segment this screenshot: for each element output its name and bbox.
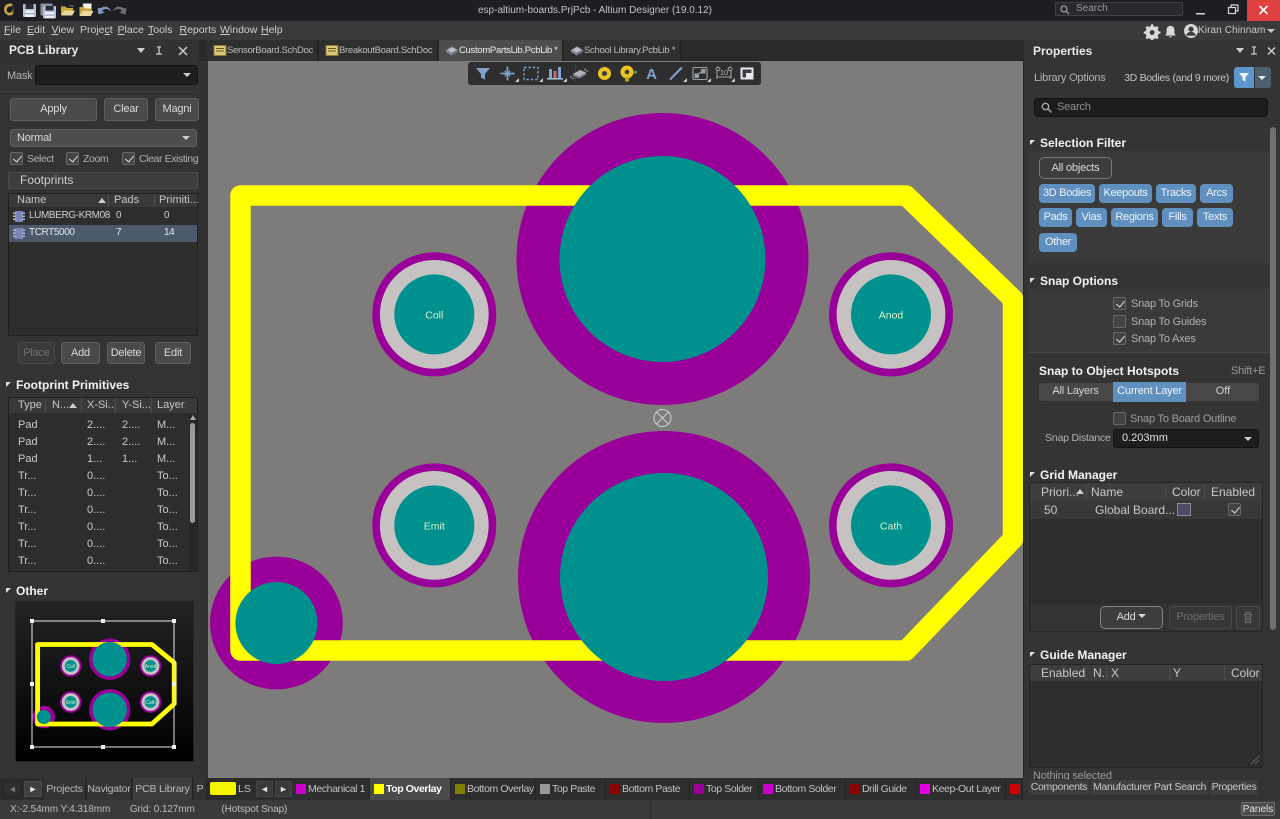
svg-text:10: 10 [720, 68, 728, 77]
svg-text:A: A [646, 66, 657, 83]
svg-text:Coll: Coll [66, 664, 75, 670]
svg-text:Anod: Anod [879, 309, 904, 321]
svg-text:Cath: Cath [880, 520, 902, 532]
svg-text:Emit: Emit [424, 520, 445, 532]
svg-text:Coll: Coll [425, 309, 443, 321]
svg-text:Cath: Cath [145, 700, 156, 706]
svg-text:Anod: Anod [145, 664, 157, 670]
svg-text:Emit: Emit [66, 700, 77, 706]
